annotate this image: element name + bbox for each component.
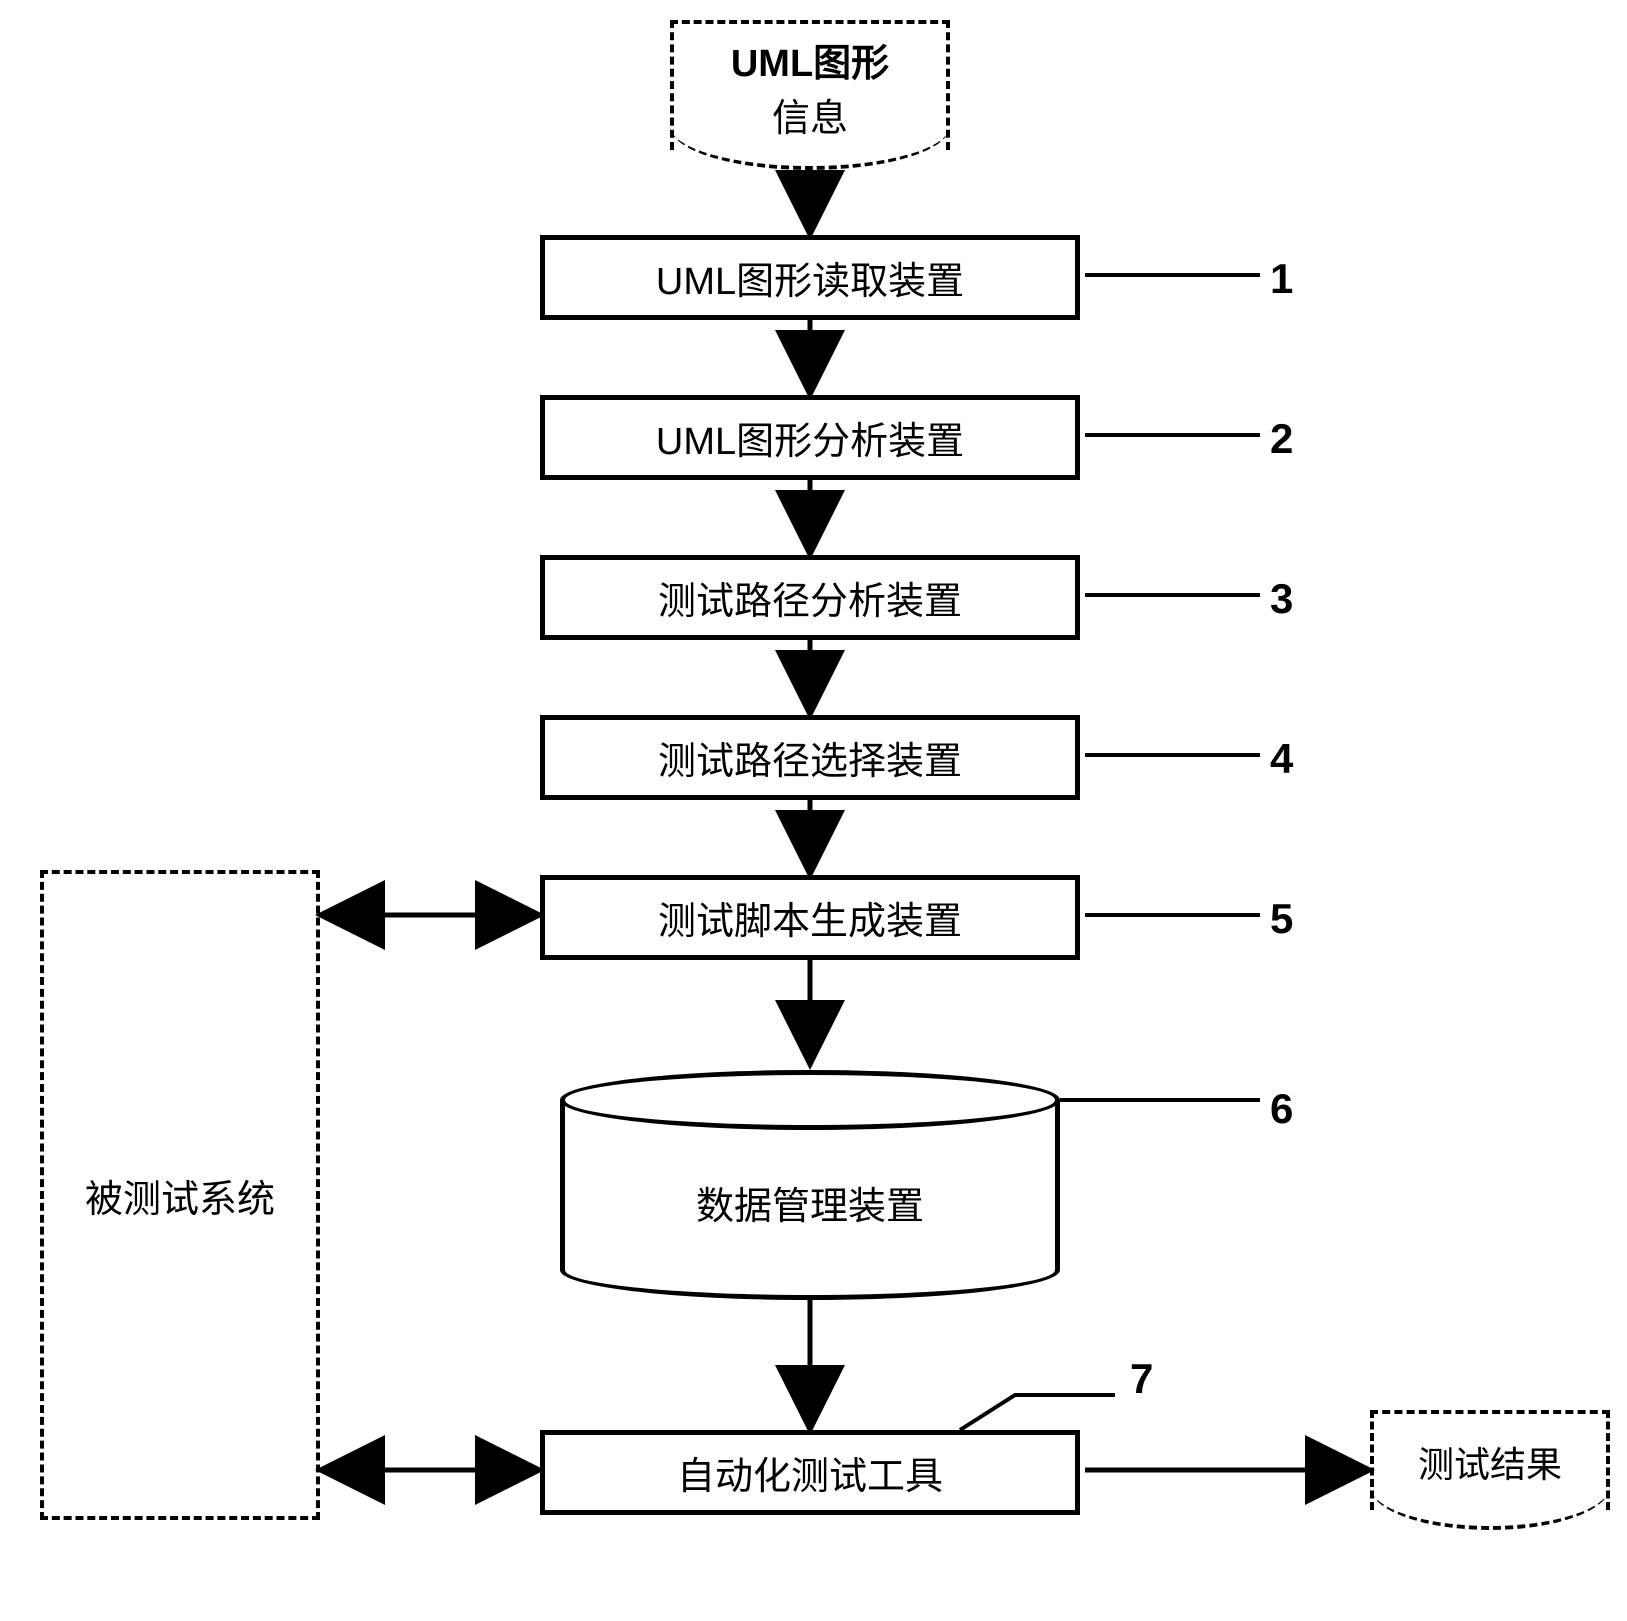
input-document: UML图形 信息: [670, 20, 950, 150]
tested-system-box: 被测试系统: [40, 870, 320, 1520]
box2-label: UML图形分析装置: [656, 410, 964, 465]
box-test-script-generator: 测试脚本生成装置: [540, 875, 1080, 960]
box1-label: UML图形读取装置: [656, 250, 964, 305]
cylinder-data-manager: 数据管理装置: [560, 1070, 1060, 1300]
system-label: 被测试系统: [85, 1168, 275, 1223]
box-test-path-analyzer: 测试路径分析装置: [540, 555, 1080, 640]
box-uml-analyzer: UML图形分析装置: [540, 395, 1080, 480]
number-1: 1: [1270, 255, 1293, 303]
input-doc-line1: UML图形: [731, 32, 889, 87]
output-doc-label: 测试结果: [1418, 1436, 1562, 1488]
box-test-path-selector: 测试路径选择装置: [540, 715, 1080, 800]
number-4: 4: [1270, 735, 1293, 783]
leader-7: [960, 1395, 1115, 1430]
output-document: 测试结果: [1370, 1410, 1610, 1510]
number-7: 7: [1130, 1355, 1153, 1403]
cylinder-label: 数据管理装置: [696, 1175, 924, 1230]
number-3: 3: [1270, 575, 1293, 623]
box-uml-reader: UML图形读取装置: [540, 235, 1080, 320]
box5-label: 测试脚本生成装置: [658, 890, 962, 945]
box3-label: 测试路径分析装置: [658, 570, 962, 625]
number-6: 6: [1270, 1085, 1293, 1133]
cylinder-top-shape: [560, 1070, 1060, 1130]
box7-label: 自动化测试工具: [677, 1445, 943, 1500]
number-5: 5: [1270, 895, 1293, 943]
box4-label: 测试路径选择装置: [658, 730, 962, 785]
number-2: 2: [1270, 415, 1293, 463]
cylinder-bottom-cover: [565, 1240, 1055, 1270]
input-doc-line2: 信息: [772, 87, 848, 142]
diagram-root: UML图形 信息 UML图形读取装置 UML图形分析装置 测试路径分析装置 测试…: [0, 0, 1627, 1621]
box-automation-tool: 自动化测试工具: [540, 1430, 1080, 1515]
